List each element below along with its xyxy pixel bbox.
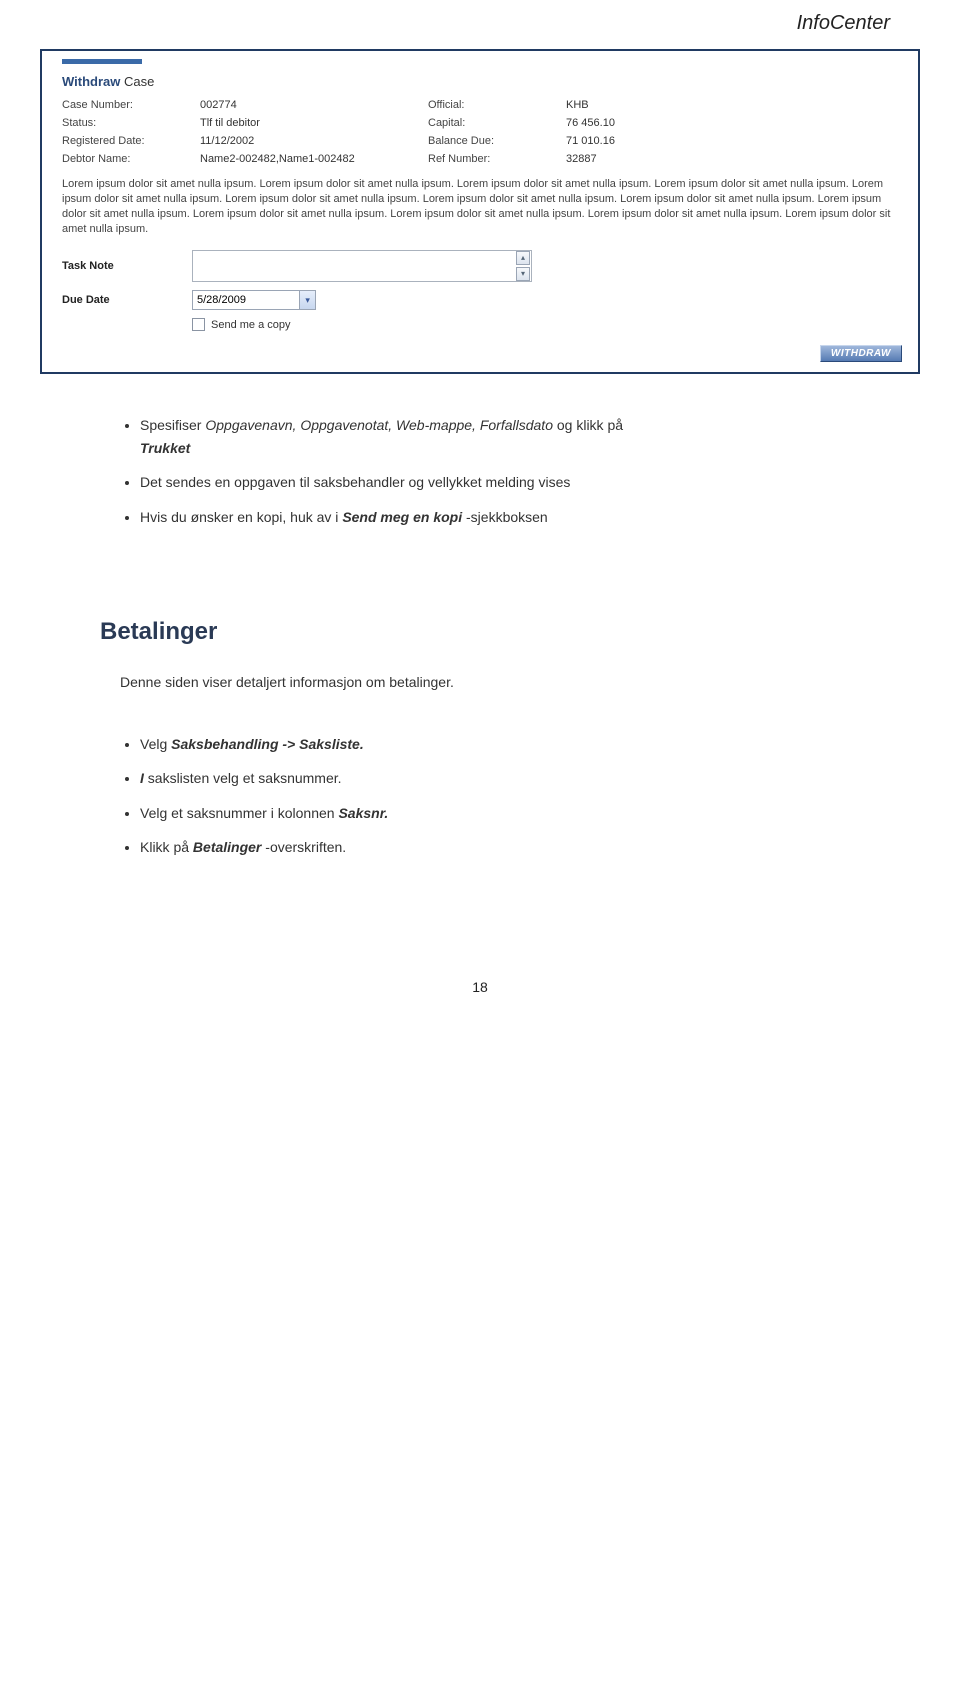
panel-inner: Withdraw Case Case Number: 002774 Offici… <box>48 59 912 366</box>
due-date-input[interactable]: ▾ <box>192 290 316 310</box>
due-date-row: Due Date ▾ <box>48 286 912 314</box>
list-item: Klikk på Betalinger -overskriften. <box>140 836 880 858</box>
capital-label: Capital: <box>428 117 558 129</box>
panel-title-rest: Case <box>124 74 154 89</box>
balance-due-value: 71 010.16 <box>566 135 726 147</box>
list-item: Spesifiser Oppgavenavn, Oppgavenotat, We… <box>140 414 880 459</box>
ref-number-label: Ref Number: <box>428 153 558 165</box>
b1-mid: og klikk på <box>557 417 623 433</box>
b3-ital: Send meg en kopi <box>342 509 462 525</box>
b1-ital: Saksbehandling -> Saksliste. <box>171 736 364 752</box>
case-number-value: 002774 <box>200 99 420 111</box>
scroll-up-icon[interactable]: ▴ <box>516 251 530 265</box>
send-copy-row: Send me a copy <box>48 314 912 339</box>
b1-bold: Trukket <box>140 440 190 456</box>
debtor-name-value: Name2-002482,Name1-002482 <box>200 153 420 165</box>
due-date-field[interactable] <box>193 291 299 309</box>
task-note-label: Task Note <box>62 260 192 272</box>
b2-ital: I <box>140 770 144 786</box>
b3-pre: Hvis du ønsker en kopi, huk av i <box>140 509 342 525</box>
b1-pre: Velg <box>140 736 171 752</box>
date-dropdown-icon[interactable]: ▾ <box>299 291 315 309</box>
registered-date-value: 11/12/2002 <box>200 135 420 147</box>
withdraw-button[interactable]: WITHDRAW <box>820 345 902 362</box>
panel-title-bold: Withdraw <box>62 74 120 89</box>
button-bar: WITHDRAW <box>48 339 912 366</box>
capital-value: 76 456.10 <box>566 117 726 129</box>
b4-pre: Klikk på <box>140 839 193 855</box>
list-item: Det sendes en oppgaven til saksbehandler… <box>140 471 880 493</box>
send-copy-checkbox[interactable] <box>192 318 205 331</box>
section-intro: Denne siden viser detaljert informasjon … <box>120 672 880 693</box>
page-number: 18 <box>0 979 960 1025</box>
instructions-list-2: Velg Saksbehandling -> Saksliste. I saks… <box>120 733 880 859</box>
description-text: Lorem ipsum dolor sit amet nulla ipsum. … <box>48 173 912 246</box>
withdraw-case-panel: Withdraw Case Case Number: 002774 Offici… <box>40 49 920 374</box>
textarea-scrollbar[interactable]: ▴ ▾ <box>515 251 531 281</box>
task-note-row: Task Note ▴ ▾ <box>48 246 912 286</box>
list-item: Velg Saksbehandling -> Saksliste. <box>140 733 880 755</box>
task-note-input[interactable]: ▴ ▾ <box>192 250 532 282</box>
b3-pre: Velg et saksnummer i kolonnen <box>140 805 338 821</box>
scroll-down-icon[interactable]: ▾ <box>516 267 530 281</box>
case-number-label: Case Number: <box>62 99 192 111</box>
page-header-title: InfoCenter <box>0 0 960 43</box>
official-label: Official: <box>428 99 558 111</box>
b4-ital: Betalinger <box>193 839 261 855</box>
accent-bar <box>62 59 142 64</box>
list-item: Hvis du ønsker en kopi, huk av i Send me… <box>140 506 880 528</box>
due-date-label: Due Date <box>62 294 192 306</box>
status-value: Tlf til debitor <box>200 117 420 129</box>
instructions-list-1: Spesifiser Oppgavenavn, Oppgavenotat, We… <box>120 414 880 528</box>
balance-due-label: Balance Due: <box>428 135 558 147</box>
b1-ital: Oppgavenavn, Oppgavenotat, Web-mappe, Fo… <box>205 417 553 433</box>
status-label: Status: <box>62 117 192 129</box>
b2-rest: sakslisten velg et saksnummer. <box>148 770 342 786</box>
case-fields-grid: Case Number: 002774 Official: KHB Status… <box>48 99 912 173</box>
section-title-betalinger: Betalinger <box>100 618 880 646</box>
ref-number-value: 32887 <box>566 153 726 165</box>
b1-pre: Spesifiser <box>140 417 205 433</box>
debtor-name-label: Debtor Name: <box>62 153 192 165</box>
b3-post: -sjekkboksen <box>466 509 548 525</box>
panel-title: Withdraw Case <box>48 72 912 99</box>
document-body: Spesifiser Oppgavenavn, Oppgavenotat, We… <box>0 374 960 858</box>
list-item: I sakslisten velg et saksnummer. <box>140 767 880 789</box>
send-copy-label: Send me a copy <box>211 319 291 331</box>
official-value: KHB <box>566 99 726 111</box>
b3-ital: Saksnr. <box>338 805 388 821</box>
registered-date-label: Registered Date: <box>62 135 192 147</box>
b4-post: -overskriften. <box>265 839 346 855</box>
list-item: Velg et saksnummer i kolonnen Saksnr. <box>140 802 880 824</box>
